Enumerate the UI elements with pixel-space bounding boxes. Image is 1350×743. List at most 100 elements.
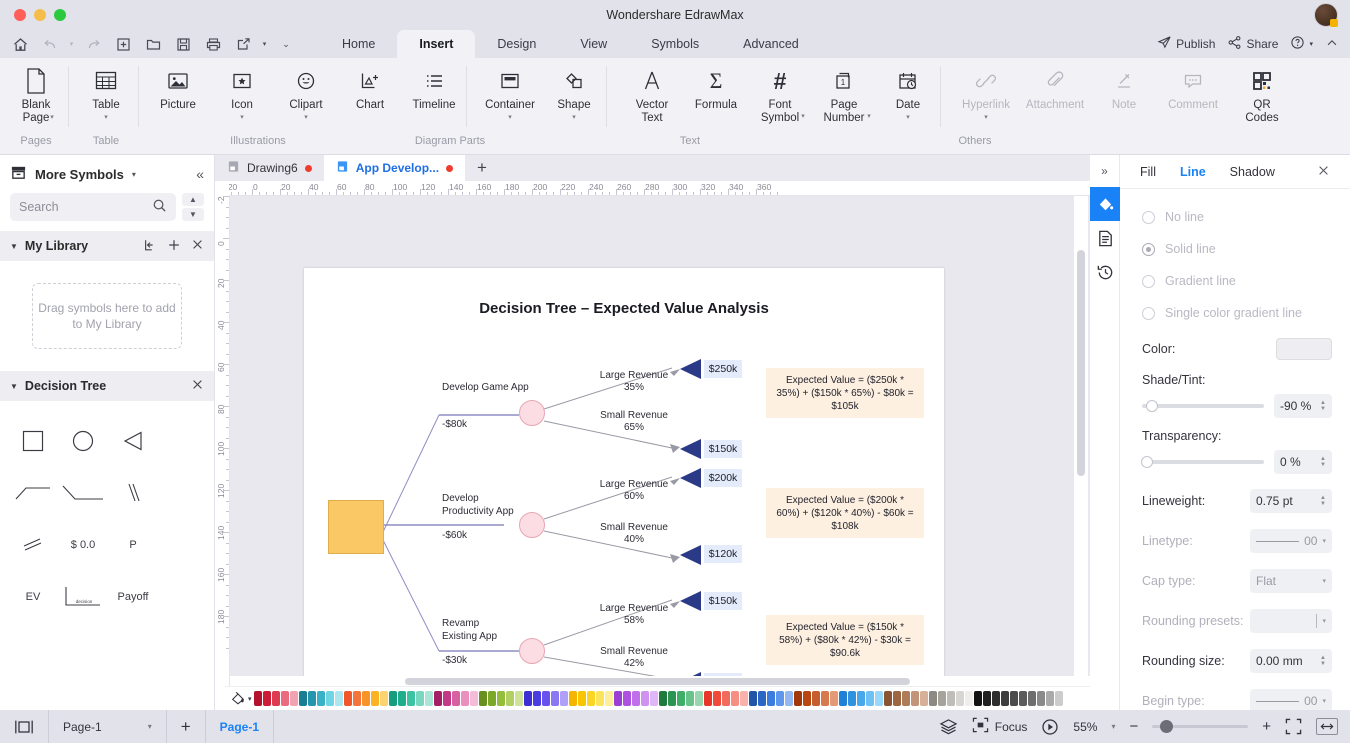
color-swatch[interactable]	[389, 691, 397, 706]
color-swatch[interactable]	[1055, 691, 1063, 706]
color-palette-bar[interactable]: ▾	[225, 686, 1090, 710]
color-swatch[interactable]	[605, 691, 613, 706]
color-swatch[interactable]	[281, 691, 289, 706]
radio-icon[interactable]	[1142, 306, 1155, 320]
attachment-button[interactable]: Attachment	[1018, 58, 1092, 133]
expected-value-box-2[interactable]: Expected Value = ($200k * 60%) + ($120k …	[766, 488, 924, 538]
decision-node-root[interactable]	[328, 500, 384, 554]
vector-text-button[interactable]: Vector Text	[620, 58, 684, 133]
color-swatch[interactable]	[515, 691, 523, 706]
add-page-button[interactable]: +	[167, 710, 206, 743]
slider-knob[interactable]	[1146, 400, 1158, 412]
triangle-symbol[interactable]	[108, 415, 158, 467]
close-icon[interactable]	[1317, 164, 1330, 180]
chevron-down-icon[interactable]: ▾	[1322, 537, 1326, 545]
color-swatch[interactable]	[821, 691, 829, 706]
color-swatch[interactable]	[569, 691, 577, 706]
color-swatch[interactable]	[344, 691, 352, 706]
circle-symbol[interactable]	[58, 415, 108, 467]
color-swatch[interactable]	[1028, 691, 1036, 706]
slider-knob[interactable]	[1141, 456, 1153, 468]
color-swatch[interactable]	[560, 691, 568, 706]
radio-icon[interactable]	[1142, 242, 1155, 256]
shape-caret-icon[interactable]: ▾	[572, 113, 576, 121]
search-icon[interactable]	[152, 198, 167, 216]
color-swatch[interactable]	[866, 691, 874, 706]
color-swatch[interactable]	[1001, 691, 1009, 706]
color-swatch[interactable]	[722, 691, 730, 706]
history-icon[interactable]	[1090, 255, 1120, 289]
color-swatch[interactable]	[587, 691, 595, 706]
collapse-triangle-icon[interactable]: ▼	[10, 242, 18, 251]
elbow-up-symbol[interactable]	[8, 467, 58, 519]
color-swatch[interactable]	[983, 691, 991, 706]
line-color-button[interactable]	[1276, 338, 1332, 360]
color-swatch[interactable]	[938, 691, 946, 706]
color-swatch[interactable]	[965, 691, 973, 706]
color-swatches[interactable]	[254, 691, 1064, 706]
terminal-node-1a[interactable]	[680, 359, 702, 379]
qr-codes-button[interactable]: QR Codes	[1230, 58, 1294, 133]
color-swatch[interactable]	[695, 691, 703, 706]
hyperlink-caret-icon[interactable]: ▾	[984, 113, 988, 121]
layers-icon[interactable]	[939, 718, 958, 735]
color-swatch[interactable]	[542, 691, 550, 706]
square-symbol[interactable]	[8, 415, 58, 467]
captype-dropdown[interactable]: Flat ▾	[1250, 569, 1332, 593]
color-swatch[interactable]	[488, 691, 496, 706]
color-swatch[interactable]	[506, 691, 514, 706]
chevron-down-icon[interactable]: ▾	[1322, 697, 1326, 705]
color-swatch[interactable]	[803, 691, 811, 706]
color-swatch[interactable]	[713, 691, 721, 706]
chevron-double-right-icon[interactable]: »	[1090, 155, 1119, 187]
chevron-down-icon[interactable]: ▾	[148, 722, 152, 731]
zoom-dropdown-caret-icon[interactable]: ▾	[1111, 722, 1115, 731]
terminal-node-2b[interactable]	[680, 545, 702, 565]
payoff-box-2a[interactable]: $200k	[704, 469, 742, 487]
lineweight-stepper[interactable]: 0.75 pt ▲ ▼	[1250, 489, 1332, 513]
color-swatch[interactable]	[740, 691, 748, 706]
color-swatch[interactable]	[326, 691, 334, 706]
color-swatch[interactable]	[920, 691, 928, 706]
font-symbol-caret-icon[interactable]: ▾	[801, 112, 805, 120]
canvas-vertical-scrollbar[interactable]	[1074, 196, 1088, 686]
color-swatch[interactable]	[758, 691, 766, 706]
radio-icon[interactable]	[1142, 210, 1155, 224]
more-symbols-header[interactable]: More Symbols ▾ «	[0, 155, 214, 193]
color-swatch[interactable]	[1046, 691, 1054, 706]
doc-tab-app-develop[interactable]: App Develop...	[323, 155, 466, 181]
page-layout-icon[interactable]	[0, 710, 48, 743]
option-single-color-gradient-line[interactable]: Single color gradient line	[1142, 297, 1332, 329]
ribbon-tabs[interactable]: Home Insert Design View Symbols Advanced	[320, 30, 821, 58]
terminal-node-1b[interactable]	[680, 439, 702, 459]
color-swatch[interactable]	[839, 691, 847, 706]
tab-symbols[interactable]: Symbols	[629, 30, 721, 58]
canvas[interactable]: Decision Tree – Expected Value Analysis	[230, 196, 1090, 686]
date-button[interactable]: Date ▾	[876, 58, 940, 133]
color-swatch[interactable]	[947, 691, 955, 706]
vertical-scroll-thumb[interactable]	[1077, 250, 1085, 476]
color-swatch[interactable]	[929, 691, 937, 706]
zoom-level[interactable]: 55%	[1073, 720, 1097, 734]
publish-button[interactable]: Publish	[1154, 35, 1218, 53]
color-swatch[interactable]	[1019, 691, 1027, 706]
color-swatch[interactable]	[452, 691, 460, 706]
tab-view[interactable]: View	[558, 30, 629, 58]
zoom-slider[interactable]	[1152, 720, 1249, 733]
option-no-line[interactable]: No line	[1142, 201, 1332, 233]
date-caret-icon[interactable]: ▾	[906, 113, 910, 121]
color-swatch[interactable]	[956, 691, 964, 706]
color-swatch[interactable]	[263, 691, 271, 706]
share-button[interactable]: Share	[1224, 35, 1281, 53]
doc-tab-drawing6[interactable]: Drawing6	[215, 155, 324, 181]
decision-tree-category-header[interactable]: ▼ Decision Tree	[0, 371, 214, 401]
tab-advanced[interactable]: Advanced	[721, 30, 821, 58]
color-swatch[interactable]	[479, 691, 487, 706]
maximize-window-button[interactable]	[54, 9, 66, 21]
color-swatch[interactable]	[551, 691, 559, 706]
export-dropdown-caret-icon[interactable]: ▾	[259, 32, 270, 56]
color-swatch[interactable]	[398, 691, 406, 706]
help-dropdown-caret-icon[interactable]: ▾	[1309, 40, 1313, 48]
color-swatch[interactable]	[812, 691, 820, 706]
color-swatch[interactable]	[794, 691, 802, 706]
